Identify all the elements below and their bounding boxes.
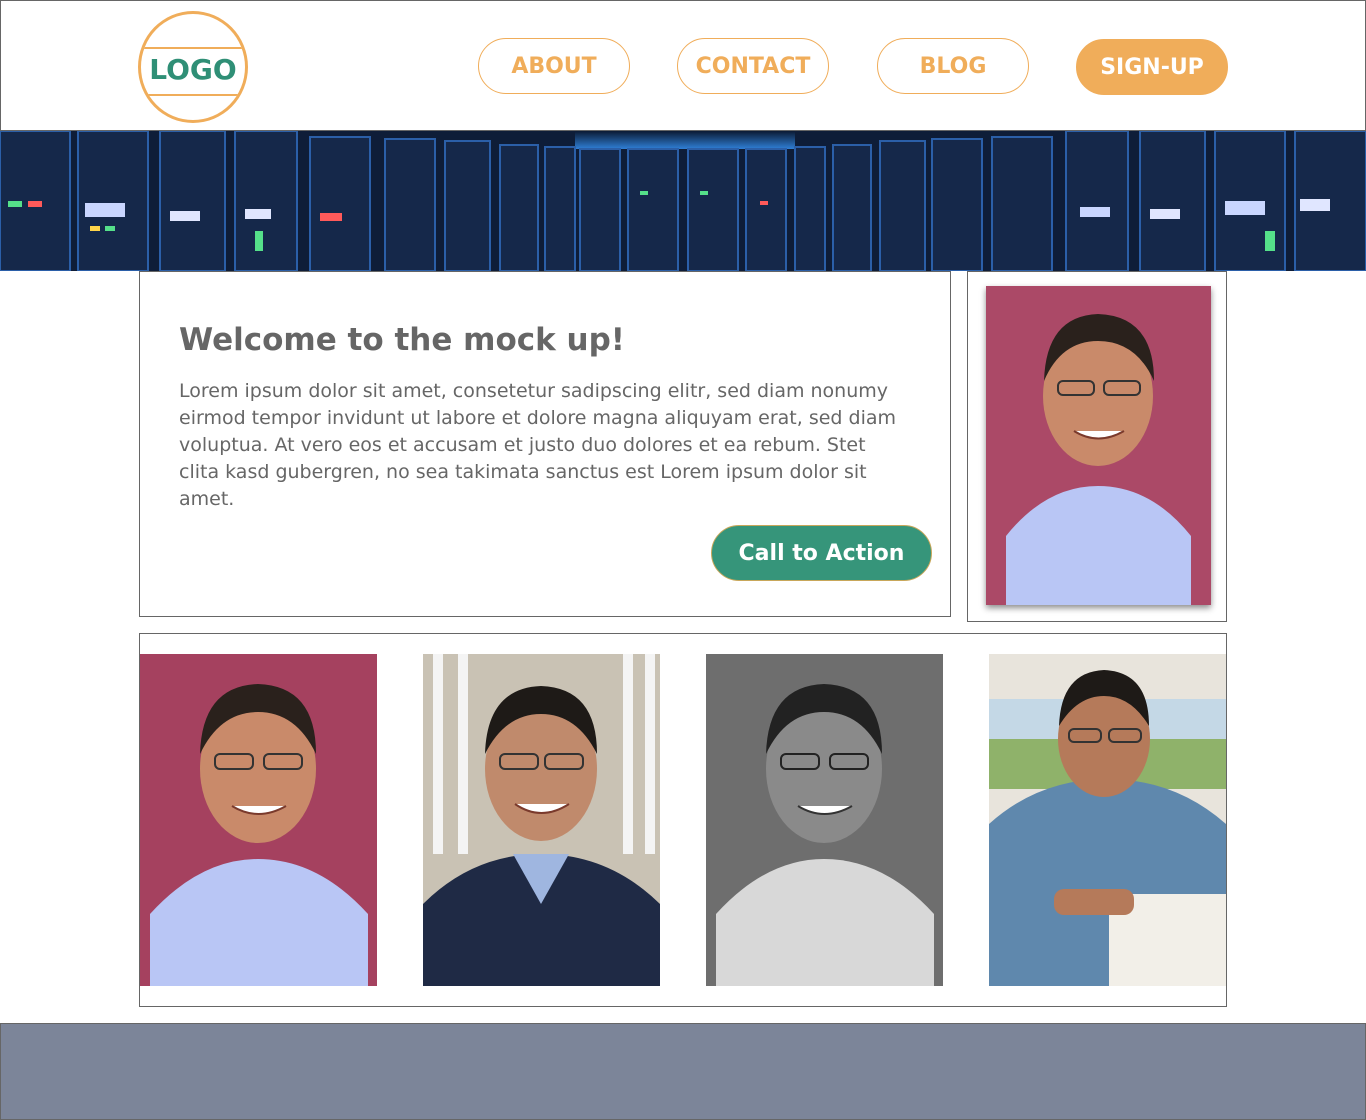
profile-card [967,271,1227,622]
gallery-photo-1[interactable] [140,654,377,986]
nav-about-button[interactable]: ABOUT [478,38,630,94]
hero-banner [0,131,1366,271]
logo-top-line [141,47,245,49]
logo-text: LOGO [149,53,237,86]
logo-bottom-line [141,94,245,96]
profile-photo [986,286,1211,605]
signup-button[interactable]: SIGN-UP [1076,39,1228,95]
welcome-body-text: Lorem ipsum dolor sit amet, consetetur s… [179,380,897,510]
server-room-image [0,131,1366,271]
gallery-photo-2[interactable] [423,654,660,986]
call-to-action-button[interactable]: Call to Action [711,525,932,581]
welcome-card: Welcome to the mock up! Lorem ipsum dolo… [139,271,951,617]
site-footer [0,1023,1366,1120]
nav-contact-button[interactable]: CONTACT [677,38,829,94]
nav-blog-button[interactable]: BLOG [877,38,1029,94]
site-header: LOGO ABOUT CONTACT BLOG SIGN-UP [0,0,1366,131]
gallery-photo-4[interactable] [989,654,1226,986]
welcome-title: Welcome to the mock up! [179,322,625,358]
logo[interactable]: LOGO [138,11,248,123]
gallery-photo-3[interactable] [706,654,943,986]
photo-gallery [139,633,1227,1007]
